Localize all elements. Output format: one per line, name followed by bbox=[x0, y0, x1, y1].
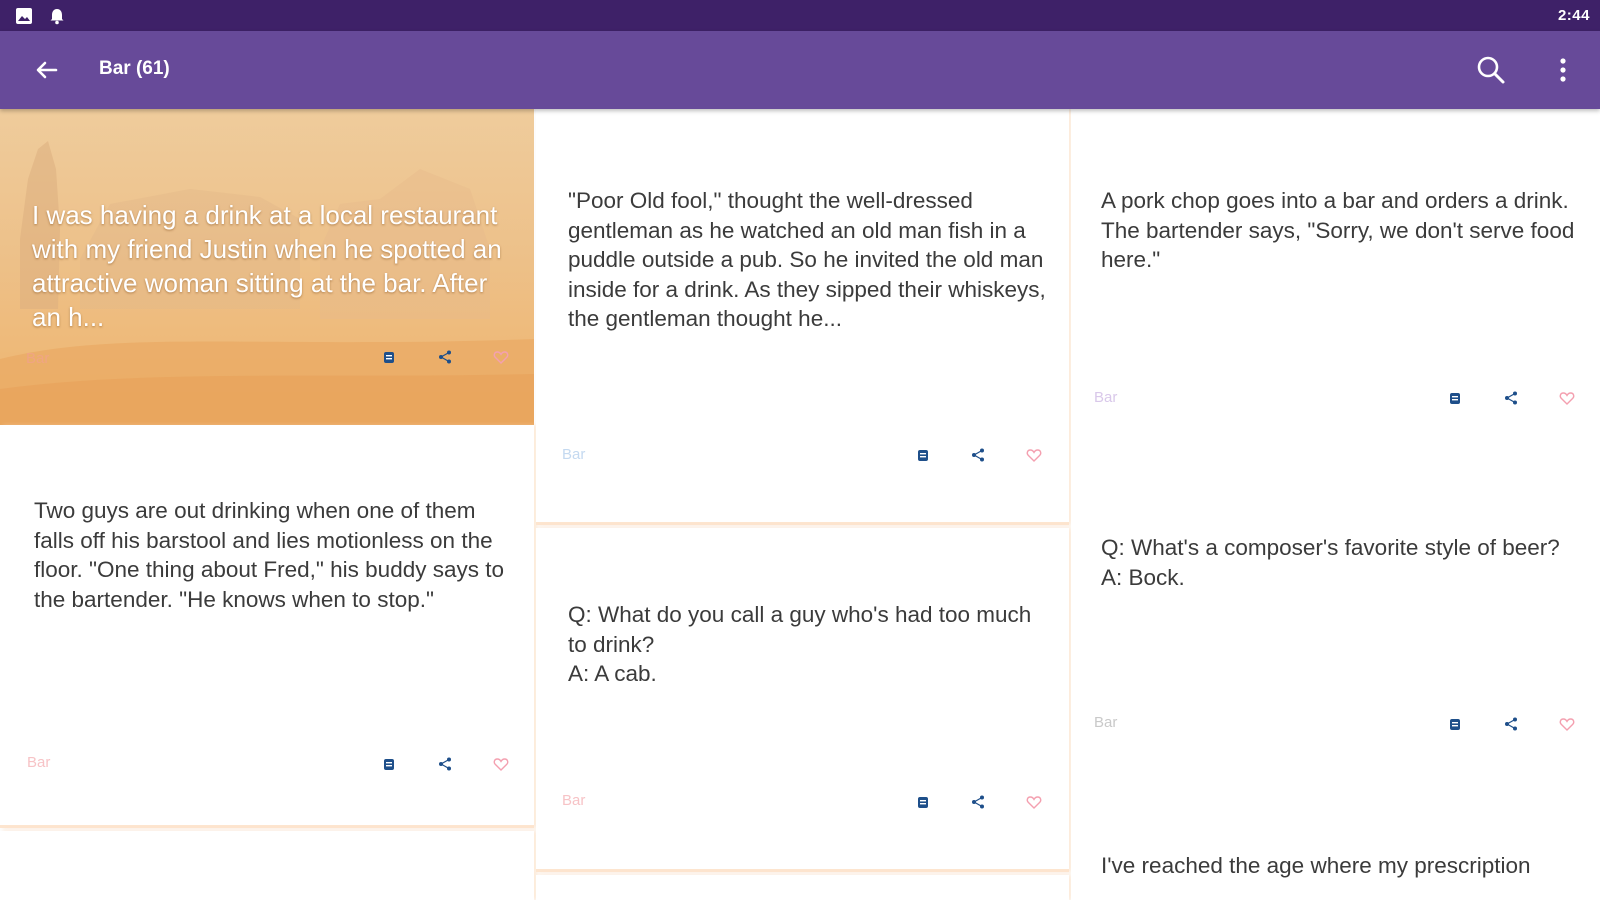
joke-text: I've reached the age where my prescripti… bbox=[1101, 853, 1531, 878]
category-label[interactable]: Bar bbox=[1094, 389, 1117, 406]
copy-icon[interactable] bbox=[1447, 716, 1463, 732]
category-label[interactable]: Bar bbox=[562, 446, 585, 463]
image-icon bbox=[16, 8, 32, 24]
copy-icon[interactable] bbox=[915, 447, 931, 463]
status-time: 2:44 bbox=[1557, 7, 1590, 24]
joke-card[interactable] bbox=[536, 875, 1069, 900]
share-icon[interactable] bbox=[437, 756, 453, 772]
copy-icon[interactable] bbox=[381, 349, 397, 365]
joke-card[interactable]: A pork chop goes into a bar and orders a… bbox=[1071, 109, 1600, 477]
share-icon[interactable] bbox=[1503, 716, 1519, 732]
share-icon[interactable] bbox=[970, 794, 986, 810]
share-icon[interactable] bbox=[437, 349, 453, 365]
search-icon[interactable] bbox=[1474, 53, 1508, 87]
category-label[interactable]: Bar bbox=[562, 792, 585, 809]
joke-text: A pork chop goes into a bar and orders a… bbox=[1101, 188, 1575, 272]
status-bar: 2:44 bbox=[0, 0, 1600, 31]
joke-text: Two guys are out drinking when one of th… bbox=[34, 498, 504, 612]
heart-icon[interactable] bbox=[1559, 716, 1575, 732]
category-label[interactable]: Bar bbox=[26, 350, 49, 367]
heart-icon[interactable] bbox=[1026, 794, 1042, 810]
joke-card[interactable]: Q: What do you call a guy who's had too … bbox=[536, 528, 1069, 872]
jokes-grid: I was having a drink at a local restaura… bbox=[0, 109, 1600, 900]
back-arrow-icon[interactable] bbox=[30, 53, 64, 87]
app-toolbar: Bar (61) bbox=[0, 31, 1600, 109]
joke-text: I was having a drink at a local restaura… bbox=[32, 200, 502, 332]
page-title: Bar (61) bbox=[99, 58, 170, 79]
joke-text: Q: What's a composer's favorite style of… bbox=[1101, 535, 1560, 590]
bell-icon bbox=[50, 9, 64, 25]
joke-card[interactable]: Q: What's a composer's favorite style of… bbox=[1071, 477, 1600, 801]
joke-card[interactable]: I was having a drink at a local restaura… bbox=[0, 109, 534, 425]
joke-card[interactable]: Two guys are out drinking when one of th… bbox=[0, 425, 534, 828]
heart-icon[interactable] bbox=[493, 756, 509, 772]
heart-icon[interactable] bbox=[1026, 447, 1042, 463]
more-vert-icon[interactable] bbox=[1551, 53, 1575, 87]
category-label[interactable]: Bar bbox=[27, 754, 50, 771]
share-icon[interactable] bbox=[1503, 390, 1519, 406]
copy-icon[interactable] bbox=[1447, 390, 1463, 406]
joke-text: "Poor Old fool," thought the well-dresse… bbox=[568, 188, 1046, 331]
joke-card[interactable] bbox=[0, 831, 534, 900]
copy-icon[interactable] bbox=[381, 756, 397, 772]
copy-icon[interactable] bbox=[915, 794, 931, 810]
heart-icon[interactable] bbox=[493, 349, 509, 365]
joke-card[interactable]: I've reached the age where my prescripti… bbox=[1071, 801, 1600, 900]
share-icon[interactable] bbox=[970, 447, 986, 463]
joke-card[interactable]: "Poor Old fool," thought the well-dresse… bbox=[536, 109, 1069, 525]
heart-icon[interactable] bbox=[1559, 390, 1575, 406]
joke-text: Q: What do you call a guy who's had too … bbox=[568, 602, 1032, 686]
category-label[interactable]: Bar bbox=[1094, 714, 1117, 731]
